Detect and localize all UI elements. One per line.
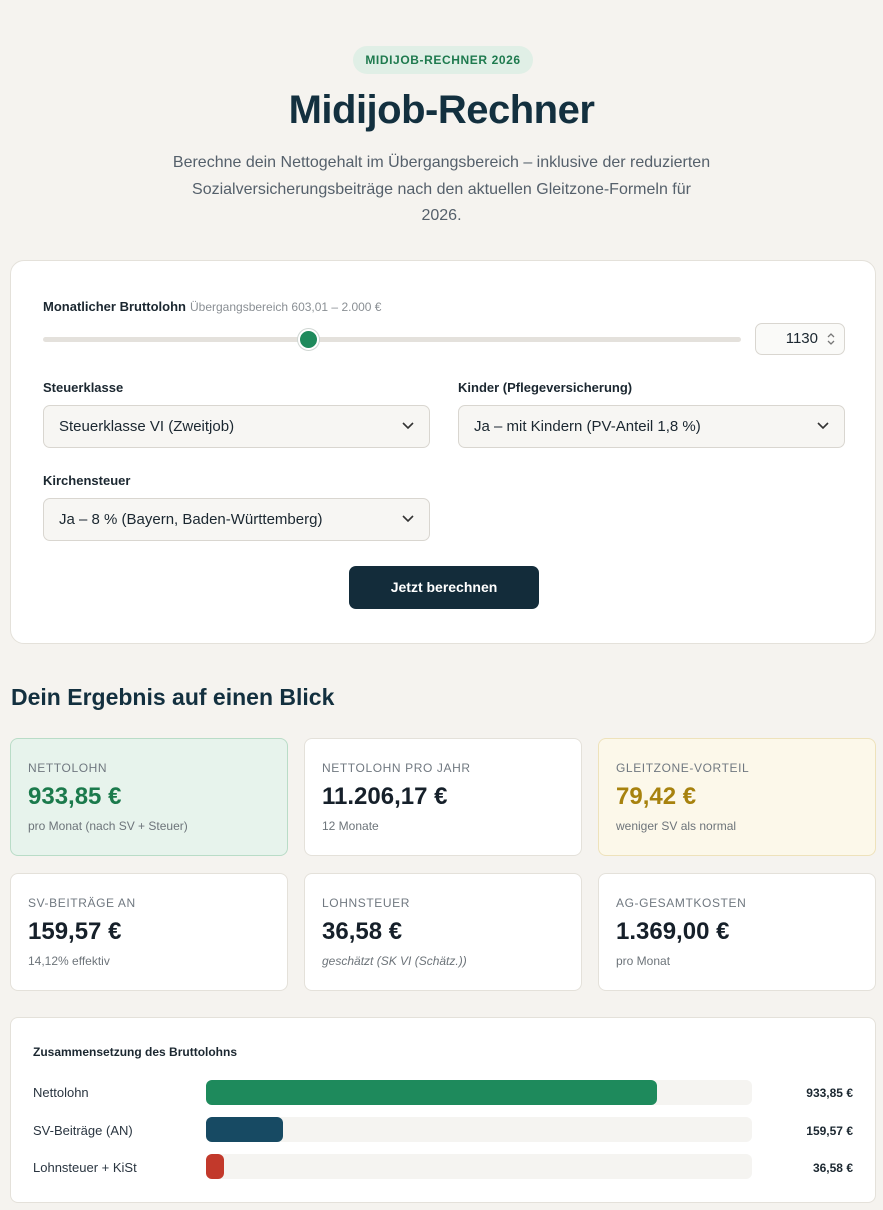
breakdown-card: Zusammensetzung des Bruttolohns Nettoloh… <box>10 1017 876 1203</box>
chevron-down-icon <box>402 422 414 430</box>
breakdown-track-tax <box>206 1154 752 1179</box>
breakdown-value-sv: 159,57 € <box>806 1124 853 1138</box>
stat-key: LOHNSTEUER <box>322 896 411 910</box>
children-select[interactable]: Ja – mit Kindern (PV-Anteil 1,8 %) <box>458 405 845 448</box>
stat-sub: geschätzt (SK VI (Schätz.)) <box>322 954 467 968</box>
breakdown-track-net <box>206 1080 752 1105</box>
stat-key: GLEITZONE-VORTEIL <box>616 761 750 775</box>
breakdown-bar-tax <box>206 1154 224 1179</box>
breakdown-label-tax: Lohnsteuer + KiSt <box>33 1160 137 1175</box>
gross-slider-track[interactable] <box>43 329 741 350</box>
breakdown-bar-sv <box>206 1117 284 1142</box>
breakdown-title: Zusammensetzung des Bruttolohns <box>33 1045 238 1059</box>
page-badge: MIDIJOB-RECHNER 2026 <box>353 46 533 74</box>
gross-label: Monatlicher Bruttolohn Übergangsbereich 6… <box>43 299 381 314</box>
stat-card-employer-cost: AG-GESAMTKOSTEN 1.369,00 € pro Monat <box>598 873 876 991</box>
tax-class-select[interactable]: Steuerklasse VI (Zweitjob) <box>43 405 430 448</box>
tax-class-label: Steuerklasse <box>43 380 124 395</box>
church-tax-label: Kirchensteuer <box>43 473 131 488</box>
church-tax-value: Ja – 8 % (Bayern, Baden-Württemberg) <box>59 511 323 528</box>
stat-value: 36,58 € <box>322 918 403 945</box>
children-value: Ja – mit Kindern (PV-Anteil 1,8 %) <box>474 418 701 435</box>
stat-card-net: NETTOLOHN 933,85 € pro Monat (nach SV + … <box>10 738 288 856</box>
gross-slider-thumb[interactable] <box>297 329 319 350</box>
breakdown-label-sv: SV-Beiträge (AN) <box>33 1123 133 1138</box>
gross-input-value: 1130 <box>785 330 818 347</box>
stat-sub: pro Monat (nach SV + Steuer) <box>28 819 188 833</box>
stat-card-gleitzone: GLEITZONE-VORTEIL 79,42 € weniger SV als… <box>598 738 876 856</box>
gross-label-text: Monatlicher Bruttolohn <box>43 299 186 314</box>
stat-sub: weniger SV als normal <box>616 819 737 833</box>
stat-card-net-year: NETTOLOHN PRO JAHR 11.206,17 € 12 Monate <box>304 738 582 856</box>
results-heading: Dein Ergebnis auf einen Blick <box>11 684 335 710</box>
gross-hint: Übergangsbereich 603,01 – 2.000 € <box>190 300 382 314</box>
stat-value: 159,57 € <box>28 918 122 945</box>
stat-key: AG-GESAMTKOSTEN <box>616 896 747 910</box>
stat-card-income-tax: LOHNSTEUER 36,58 € geschätzt (SK VI (Sch… <box>304 873 582 991</box>
breakdown-label-net: Nettolohn <box>33 1085 89 1100</box>
stat-value: 11.206,17 € <box>322 783 448 810</box>
gross-input[interactable]: 1130 <box>755 323 845 355</box>
chevron-down-icon <box>817 422 829 430</box>
children-label: Kinder (Pflegeversicherung) <box>458 380 633 395</box>
stat-sub: 12 Monate <box>322 819 379 833</box>
stat-sub: 14,12% effektiv <box>28 954 110 968</box>
chevron-down-icon <box>402 515 414 523</box>
stat-key: NETTOLOHN PRO JAHR <box>322 761 471 775</box>
stat-key: NETTOLOHN <box>28 761 108 775</box>
stat-key: SV-BEITRÄGE AN <box>28 896 136 910</box>
breakdown-bar-net <box>206 1080 658 1105</box>
stat-card-sv: SV-BEITRÄGE AN 159,57 € 14,12% effektiv <box>10 873 288 991</box>
church-tax-select[interactable]: Ja – 8 % (Bayern, Baden-Württemberg) <box>43 498 430 541</box>
stat-value: 79,42 € <box>616 783 697 810</box>
breakdown-value-net: 933,85 € <box>806 1086 853 1100</box>
page-title: Midijob-Rechner <box>288 88 595 132</box>
stepper-icon[interactable] <box>826 331 836 347</box>
stat-value: 1.369,00 € <box>616 918 730 945</box>
stat-sub: pro Monat <box>616 954 671 968</box>
calculate-button[interactable]: Jetzt berechnen <box>349 566 539 609</box>
breakdown-track-sv <box>206 1117 752 1142</box>
breakdown-value-tax: 36,58 € <box>812 1161 853 1175</box>
page-lead: Berechne dein Nettogehalt im Übergangsbe… <box>172 154 711 224</box>
calculator-form: Monatlicher Bruttolohn Übergangsbereich 6… <box>10 260 876 644</box>
stat-value: 933,85 € <box>28 783 122 810</box>
tax-class-value: Steuerklasse VI (Zweitjob) <box>59 418 235 435</box>
